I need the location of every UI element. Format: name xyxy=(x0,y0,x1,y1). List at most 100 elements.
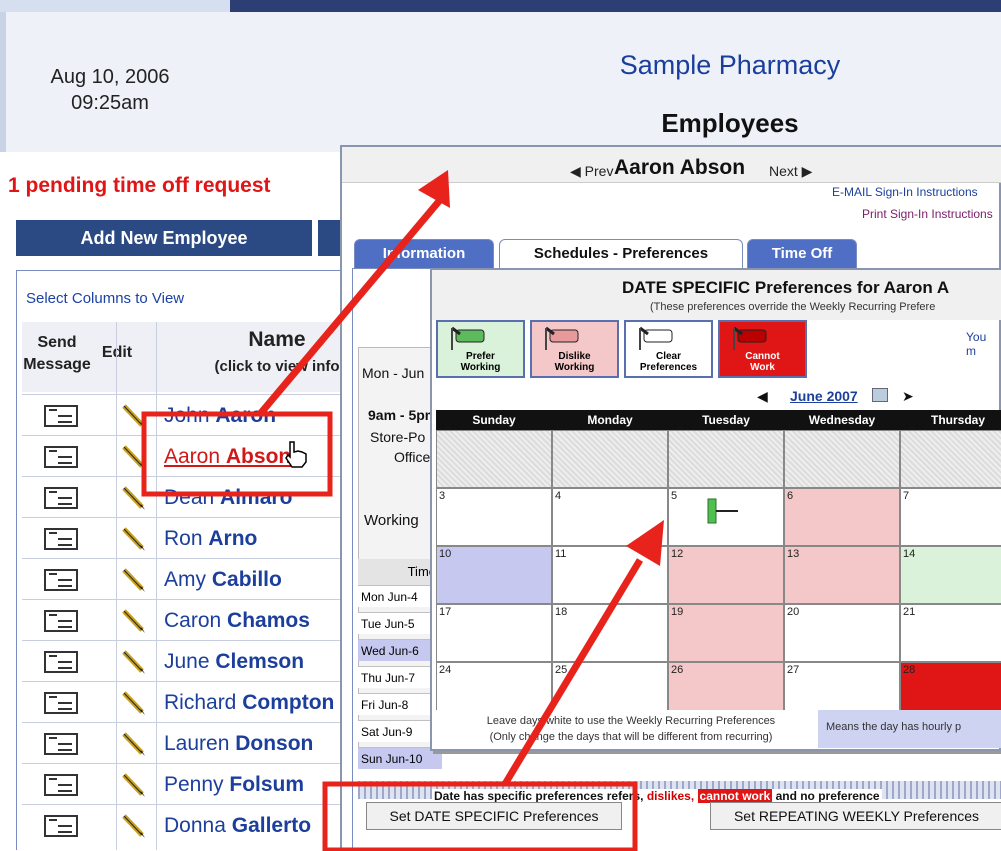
date-popup-note: You m xyxy=(966,330,987,358)
calendar-day-cell[interactable]: 18 xyxy=(552,604,668,662)
tab-time-off[interactable]: Time Off xyxy=(747,239,857,269)
pencil-icon[interactable] xyxy=(120,649,146,675)
employee-name-link[interactable]: Richard Compton xyxy=(164,691,334,715)
employee-name-link[interactable]: John Aaron xyxy=(164,404,276,428)
employee-row: Dean Almaro xyxy=(22,476,352,517)
calendar-day-cell[interactable]: 19 xyxy=(668,604,784,662)
paint-roller-icon xyxy=(451,326,485,350)
employee-first-name: Aaron xyxy=(164,445,221,468)
clear-line2: Preferences xyxy=(639,362,698,373)
prefer-working-label: Prefer Working xyxy=(438,351,523,373)
calendar-day-cell[interactable] xyxy=(900,430,1001,488)
cannot-work-button[interactable]: Cannot Work xyxy=(718,320,807,378)
pencil-icon[interactable] xyxy=(120,485,146,511)
pencil-icon[interactable] xyxy=(120,567,146,593)
legend-prefix: Date has specific preferences xyxy=(434,789,604,803)
message-header-label: Message xyxy=(23,356,91,373)
employee-name-link[interactable]: Dean Almaro xyxy=(164,486,292,510)
calendar-day-cell[interactable]: 20 xyxy=(784,604,900,662)
calendar-day-cell[interactable]: 4 xyxy=(552,488,668,546)
prev-month-arrow[interactable]: ◀ xyxy=(757,388,768,405)
screenshot-stage: Aug 10, 2006 09:25am Sample Pharmacy Emp… xyxy=(0,0,1001,851)
employee-name-link[interactable]: Aaron Abson xyxy=(164,445,291,469)
employee-row: Donna Gallerto xyxy=(22,804,352,845)
message-icon[interactable] xyxy=(44,815,78,837)
calendar-day-cell[interactable]: 6 xyxy=(784,488,900,546)
set-weekly-button[interactable]: Set REPEATING WEEKLY Preferences xyxy=(710,802,1001,830)
message-icon[interactable] xyxy=(44,528,78,550)
calendar-day-cell[interactable] xyxy=(668,430,784,488)
calendar-footer-note: Leave days white to use the Weekly Recur… xyxy=(436,710,826,748)
calendar-day-cell[interactable]: 7 xyxy=(900,488,1001,546)
employee-row: Caron Chamos xyxy=(22,599,352,640)
calendar-day-cell[interactable]: 3 xyxy=(436,488,552,546)
calendar-day-cell[interactable]: 21 xyxy=(900,604,1001,662)
pencil-icon[interactable] xyxy=(120,608,146,634)
set-date-specific-button[interactable]: Set DATE SPECIFIC Preferences xyxy=(366,802,622,830)
footer-note-line1: Leave days white to use the Weekly Recur… xyxy=(486,715,776,727)
calendar-day-cell[interactable]: 17 xyxy=(436,604,552,662)
calendar-day-cell[interactable]: 13 xyxy=(784,546,900,604)
dislike-line1: Dislike xyxy=(558,351,591,362)
pencil-icon[interactable] xyxy=(120,690,146,716)
calendar-day-cell[interactable] xyxy=(784,430,900,488)
prefer-line1: Prefer xyxy=(466,351,495,362)
add-employee-button[interactable]: Add New Employee xyxy=(16,220,312,256)
calendar-day-cell[interactable]: 12 xyxy=(668,546,784,604)
pencil-icon[interactable] xyxy=(120,444,146,470)
next-month-arrow[interactable]: ➤ xyxy=(902,388,914,405)
employee-name-link[interactable]: Ron Arno xyxy=(164,527,257,551)
message-icon[interactable] xyxy=(44,569,78,591)
prev-employee-link[interactable]: ◀ Prev xyxy=(570,163,613,180)
employee-name-link[interactable]: June Clemson xyxy=(164,650,304,674)
employee-name-link[interactable]: Penny Folsum xyxy=(164,773,304,797)
calendar-day-cell[interactable]: 10 xyxy=(436,546,552,604)
message-icon[interactable] xyxy=(44,733,78,755)
legend-suffix: and no preference xyxy=(775,789,880,803)
pencil-icon[interactable] xyxy=(120,403,146,429)
message-icon[interactable] xyxy=(44,446,78,468)
pending-time-off-link[interactable]: 1 pending time off request xyxy=(8,174,271,198)
month-link[interactable]: June 2007 xyxy=(790,388,858,404)
employee-name-link[interactable]: Lauren Donson xyxy=(164,732,313,756)
tab-information[interactable]: Information xyxy=(354,239,494,269)
next-employee-link[interactable]: Next ▶ xyxy=(769,163,812,180)
select-columns-link[interactable]: Select Columns to View xyxy=(26,290,184,307)
employee-row: June Clemson xyxy=(22,640,352,681)
calendar-icon[interactable] xyxy=(872,388,888,402)
tab-schedules-preferences[interactable]: Schedules - Preferences xyxy=(499,239,743,269)
message-icon[interactable] xyxy=(44,692,78,714)
pencil-icon[interactable] xyxy=(120,526,146,552)
pencil-icon[interactable] xyxy=(120,813,146,839)
employee-name-link[interactable]: Donna Gallerto xyxy=(164,814,311,838)
shift-location: Store-Po xyxy=(370,429,426,445)
clear-preferences-button[interactable]: Clear Preferences xyxy=(624,320,713,378)
calendar-day-cell[interactable]: 14 xyxy=(900,546,1001,604)
pencil-icon[interactable] xyxy=(120,731,146,757)
prefer-working-button[interactable]: Prefer Working xyxy=(436,320,525,378)
calendar-day-cell[interactable]: 11 xyxy=(552,546,668,604)
employee-name-title: Aaron Abson xyxy=(614,156,746,179)
employee-first-name: John xyxy=(164,404,210,427)
working-label: Working xyxy=(364,512,419,529)
employee-last-name: Folsum xyxy=(229,773,305,796)
employee-last-name: Gallerto xyxy=(231,814,312,837)
employee-row: Lauren Donson xyxy=(22,722,352,763)
calendar-day-cell[interactable] xyxy=(436,430,552,488)
message-icon[interactable] xyxy=(44,610,78,632)
message-icon[interactable] xyxy=(44,405,78,427)
email-signin-link[interactable]: E-MAIL Sign-In Instructions xyxy=(832,185,978,199)
dislike-working-button[interactable]: Dislike Working xyxy=(530,320,619,378)
calendar-day-cell[interactable] xyxy=(552,430,668,488)
employee-name-link[interactable]: Amy Cabillo xyxy=(164,568,282,592)
print-signin-link[interactable]: Print Sign-In Instructions xyxy=(862,207,993,221)
employee-last-name: Clemson xyxy=(215,650,305,673)
employee-name-link[interactable]: Caron Chamos xyxy=(164,609,310,633)
message-icon[interactable] xyxy=(44,774,78,796)
weekday-header: Monday xyxy=(552,410,668,430)
pencil-icon[interactable] xyxy=(120,772,146,798)
employee-last-name: Arno xyxy=(208,527,258,550)
calendar-grid: Sunday Monday Tuesday Wednesday Thursday 3 4 5 6… xyxy=(436,410,1001,720)
message-icon[interactable] xyxy=(44,651,78,673)
message-icon[interactable] xyxy=(44,487,78,509)
